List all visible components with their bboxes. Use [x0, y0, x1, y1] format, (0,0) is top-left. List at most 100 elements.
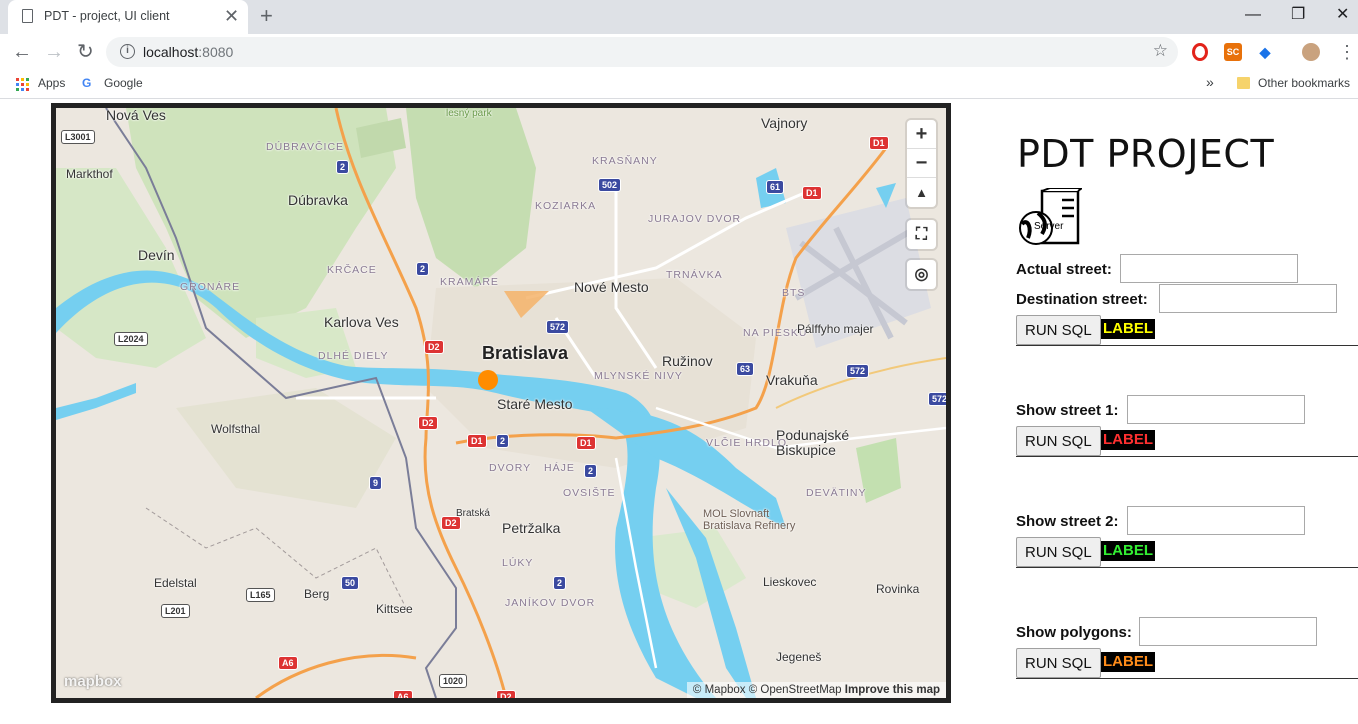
profile-avatar[interactable] [1302, 43, 1320, 61]
tab-strip: PDT - project, UI client ✕ + — ❐ ✕ [0, 0, 1358, 34]
result-label: LABEL [1101, 319, 1155, 339]
map-place-label: KOZIARKA [535, 200, 597, 212]
map-view[interactable]: Nová Ves Vajnory DÚBRAVČICE Markthof Dúbravk… [51, 103, 951, 703]
zoom-out-button[interactable]: − [907, 149, 936, 178]
svg-text:Server: Server [1034, 221, 1064, 232]
location-marker [478, 370, 498, 390]
extension-shield-icon[interactable]: ◆ [1256, 43, 1274, 61]
map-place-label: VLČIE HRDLO [706, 437, 788, 449]
road-shield: D2 [496, 690, 516, 698]
query-input[interactable] [1120, 254, 1298, 283]
map-place-label: KRČACE [327, 264, 377, 276]
result-label: LABEL [1101, 541, 1155, 561]
road-shield: A6 [278, 656, 298, 670]
road-shield: D1 [576, 436, 596, 450]
map-place-label: OVSIŠTE [563, 487, 616, 499]
run-sql-button[interactable]: RUN SQL [1016, 426, 1101, 456]
attribution-osm[interactable]: © OpenStreetMap [749, 684, 842, 696]
address-bar[interactable]: i localhost:8080 ☆ [106, 37, 1178, 67]
map-place-label: DLHÉ DIELY [318, 350, 389, 362]
zoom-in-button[interactable]: + [907, 120, 936, 149]
map-place-label: Ružinov [662, 353, 713, 369]
mapbox-logo[interactable]: mapbox [64, 673, 122, 690]
road-shield: 50 [341, 576, 360, 590]
map-place-label: GRONÁRE [180, 281, 241, 293]
road-shield: 2 [496, 434, 510, 448]
road-shield: D1 [869, 136, 889, 150]
geolocate-icon[interactable]: ◎ [907, 260, 936, 289]
map-place-label: Bratislava [482, 343, 569, 363]
road-shield: D2 [441, 516, 461, 530]
opera-extension-icon[interactable] [1192, 43, 1208, 61]
reload-icon[interactable]: ↻ [77, 40, 94, 64]
road-shield: 2 [336, 160, 350, 174]
road-shield: 9 [369, 476, 383, 490]
query-input[interactable] [1127, 506, 1305, 535]
road-shield: L165 [246, 588, 275, 602]
field-label: Actual street: [1016, 261, 1112, 278]
run-sql-button[interactable]: RUN SQL [1016, 648, 1101, 678]
folder-icon [1237, 77, 1250, 89]
run-sql-button[interactable]: RUN SQL [1016, 537, 1101, 567]
map-place-label: DVORY [489, 462, 532, 474]
map-place-label: Pálffyho majer [797, 322, 874, 336]
field-label: Destination street: [1016, 291, 1148, 308]
server-icon: Server [1019, 188, 1082, 245]
close-window-icon[interactable]: ✕ [1336, 5, 1349, 25]
map-place-label: Jegeneš [776, 650, 822, 664]
tab-title: PDT - project, UI client [44, 9, 170, 23]
map-place-label: Lieskovec [763, 575, 817, 589]
bookmark-other[interactable]: Other bookmarks [1258, 76, 1350, 90]
menu-icon[interactable]: ⋮ [1338, 40, 1356, 64]
query-input[interactable] [1127, 395, 1305, 424]
chevron-more-icon[interactable]: » [1206, 74, 1214, 90]
info-icon[interactable]: i [120, 44, 135, 59]
bookmark-star-icon[interactable]: ☆ [1153, 41, 1168, 61]
road-shield: 502 [598, 178, 622, 192]
map-place-label: KRASŇANY [592, 155, 658, 167]
field-label: Show street 2: [1016, 513, 1119, 530]
map-place-label: Nové Mesto [574, 279, 649, 295]
google-icon: G [82, 76, 92, 90]
map-place-label: Bratská [456, 508, 490, 519]
map-attribution: © Mapbox © OpenStreetMap Improve this ma… [686, 682, 946, 698]
minimize-icon[interactable]: — [1245, 5, 1261, 25]
close-tab-icon[interactable]: ✕ [224, 6, 239, 26]
compass-icon[interactable]: ▲ [907, 178, 936, 207]
map-place-label: DÚBRAVČICE [266, 141, 345, 153]
map-place-label: MLYNSKÉ NIVY [594, 370, 683, 382]
improve-map-link[interactable]: Improve this map [845, 684, 940, 696]
map-place-label: Karlova Ves [324, 314, 399, 330]
query-input[interactable] [1159, 284, 1337, 313]
apps-icon[interactable] [16, 78, 29, 91]
restore-icon[interactable]: ❐ [1291, 5, 1305, 25]
map-place-label: Wolfsthal [211, 422, 261, 436]
road-shield: L3001 [61, 130, 95, 144]
map-place-label: Nová Ves [106, 107, 166, 123]
back-icon[interactable]: ← [12, 40, 32, 64]
browser-tab[interactable]: PDT - project, UI client ✕ [8, 0, 248, 34]
road-shield: 61 [766, 180, 785, 194]
attribution-mapbox[interactable]: © Mapbox [693, 684, 746, 696]
bookmark-apps[interactable]: Apps [38, 76, 65, 90]
map-place-label: lesný park [446, 108, 492, 119]
sc-extension-icon[interactable]: SC [1224, 43, 1242, 61]
map-place-label: JURAJOV DVOR [648, 213, 742, 225]
road-shield: D1 [802, 186, 822, 200]
road-shield: 572 [846, 364, 870, 378]
bookmark-google[interactable]: Google [104, 76, 143, 90]
road-shield: D1 [467, 434, 487, 448]
fullscreen-icon[interactable]: ⛶ [907, 220, 936, 249]
run-sql-button[interactable]: RUN SQL [1016, 315, 1101, 345]
new-tab-icon[interactable]: + [260, 4, 273, 28]
road-shield: L201 [161, 604, 190, 618]
row-divider [1016, 345, 1358, 346]
query-input[interactable] [1139, 617, 1317, 646]
map-place-label: Rovinka [876, 582, 920, 596]
map-place-label: Vrakuňa [766, 372, 818, 388]
road-shield: L2024 [114, 332, 148, 346]
road-shield: 63 [736, 362, 755, 376]
road-shield: 2 [584, 464, 598, 478]
road-shield: 572 [546, 320, 570, 334]
forward-icon[interactable]: → [44, 40, 64, 64]
